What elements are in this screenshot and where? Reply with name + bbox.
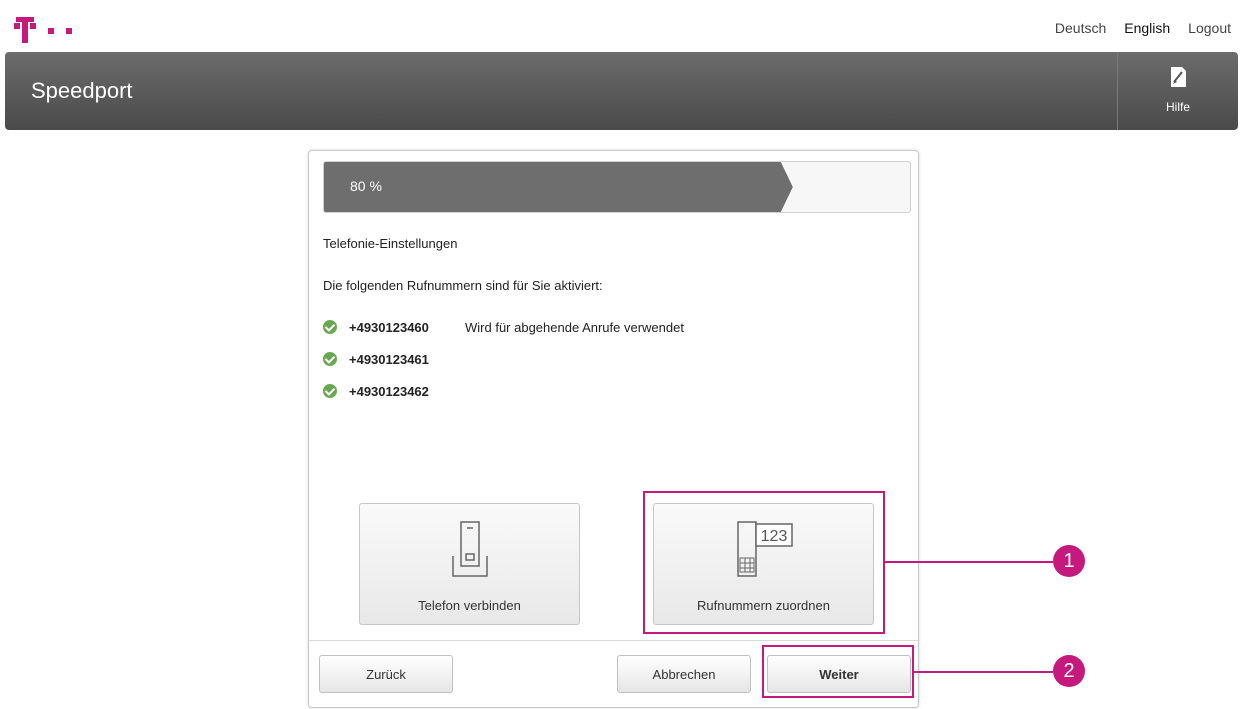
list-item: +4930123462: [323, 375, 684, 407]
check-icon: [323, 320, 337, 334]
phone-number-note: Wird für abgehende Anrufe verwendet: [465, 319, 684, 335]
app-header: Speedport Hilfe: [5, 52, 1238, 130]
help-button[interactable]: Hilfe: [1117, 52, 1238, 130]
connect-phone-tile[interactable]: Telefon verbinden: [359, 503, 580, 625]
phone-number: +4930123462: [349, 383, 429, 399]
connect-phone-label: Telefon verbinden: [418, 598, 521, 613]
phone-number-list: +4930123460 Wird für abgehende Anrufe ve…: [323, 311, 684, 407]
callout-line-1: [885, 561, 1053, 563]
callout-line-2: [914, 671, 1053, 673]
telekom-logo: [14, 17, 72, 43]
list-item: +4930123460 Wird für abgehende Anrufe ve…: [323, 311, 684, 343]
section-title: Telefonie-Einstellungen: [323, 236, 458, 251]
logout-link[interactable]: Logout: [1188, 20, 1231, 36]
progress-fill: [324, 162, 793, 212]
help-label: Hilfe: [1165, 100, 1190, 114]
info-text: Die folgenden Rufnummern sind für Sie ak…: [323, 278, 603, 293]
language-bar: Deutsch English Logout: [1055, 20, 1231, 36]
list-item: +4930123461: [323, 343, 684, 375]
phone-number: +4930123460: [349, 319, 429, 335]
language-link-english[interactable]: English: [1124, 20, 1170, 36]
brand-title: Speedport: [31, 78, 133, 103]
language-link-deutsch[interactable]: Deutsch: [1055, 20, 1106, 36]
help-document-icon: [1171, 67, 1186, 87]
callout-box-2: [762, 645, 914, 698]
check-icon: [323, 352, 337, 366]
phone-number: +4930123461: [349, 351, 429, 367]
callout-badge-1: 1: [1053, 545, 1085, 577]
back-button[interactable]: Zurück: [319, 655, 453, 693]
progress-label: 80 %: [350, 178, 382, 194]
callout-box-1: [643, 491, 885, 634]
check-icon: [323, 384, 337, 398]
cancel-button[interactable]: Abbrechen: [617, 655, 751, 693]
callout-badge-2: 2: [1053, 655, 1085, 687]
phone-base-station-icon: [452, 521, 488, 577]
footer-divider: [309, 640, 918, 641]
progress-bar: 80 %: [323, 161, 911, 213]
